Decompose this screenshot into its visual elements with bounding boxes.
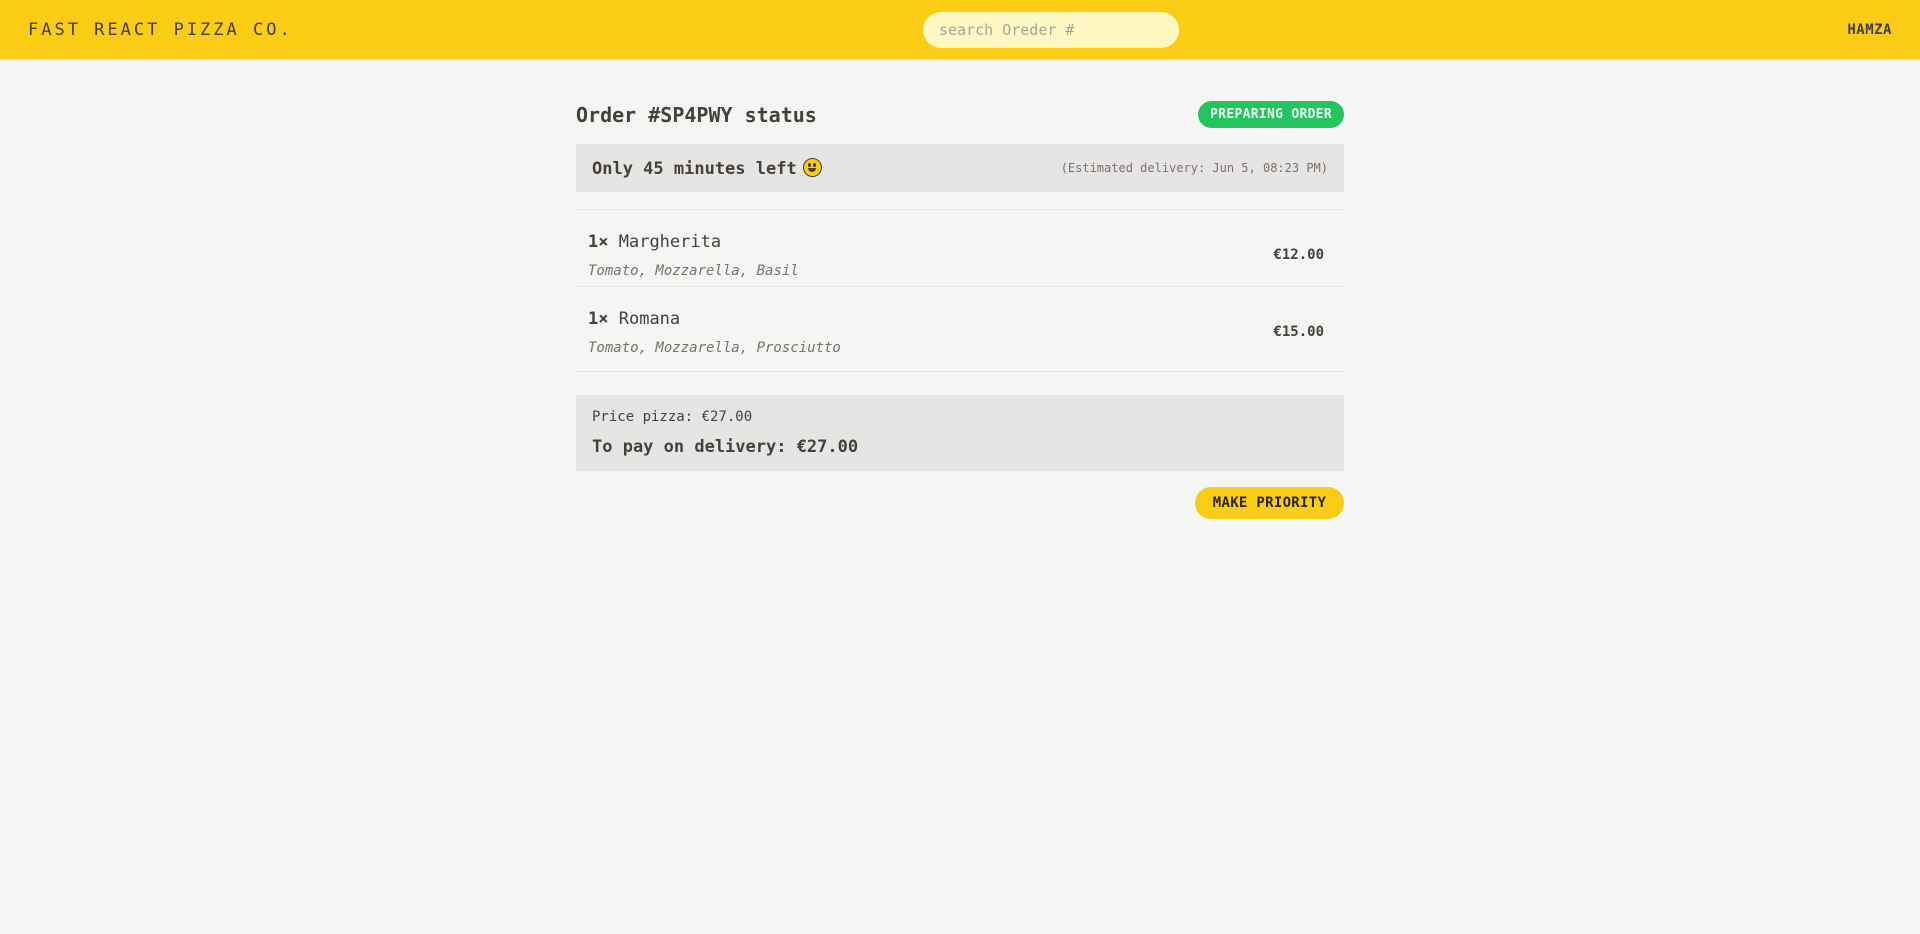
make-priority-button[interactable]: MAKE PRIORITY [1195,487,1344,519]
item-title: 1× Romana [588,309,680,329]
to-pay-total: To pay on delivery: €27.00 [592,437,859,457]
app-header: FAST REACT PIZZA CO. HAMZA [0,0,1920,60]
eta-panel: Only 45 minutes left (Estimated delivery… [576,144,1344,192]
item-price: €15.00 [1273,324,1324,340]
username: HAMZA [1847,22,1892,38]
search-order-input[interactable] [923,12,1179,48]
list-item: 1× Romana Tomato, Mozzarella, Prosciutto… [576,287,1344,371]
logo-link[interactable]: FAST REACT PIZZA CO. [28,20,293,40]
price-summary: Price pizza: €27.00 To pay on delivery: … [576,395,1344,471]
order-title-row: Order #SP4PWY status PREPARING ORDER [576,100,1344,130]
eta-message: Only 45 minutes left [592,158,822,179]
status-badge: PREPARING ORDER [1198,101,1344,128]
item-ingredients: Tomato, Mozzarella, Basil [588,263,799,279]
item-quantity: 1× [588,309,609,329]
price-pizza: Price pizza: €27.00 [592,409,753,425]
item-ingredients: Tomato, Mozzarella, Prosciutto [588,340,841,356]
list-item: 1× Margherita Tomato, Mozzarella, Basil … [576,210,1344,287]
smiley-face-icon [802,158,822,177]
eta-text: Only 45 minutes left [592,159,797,179]
item-name: Romana [618,309,681,329]
item-title: 1× Margherita [588,232,721,252]
item-price: €12.00 [1273,247,1324,263]
item-name: Margherita [618,232,722,252]
item-quantity: 1× [588,232,609,252]
page-title: Order #SP4PWY status [576,103,817,127]
order-items-list: 1× Margherita Tomato, Mozzarella, Basil … [576,209,1344,372]
estimated-delivery: (Estimated delivery: Jun 5, 08:23 PM) [1060,161,1328,175]
